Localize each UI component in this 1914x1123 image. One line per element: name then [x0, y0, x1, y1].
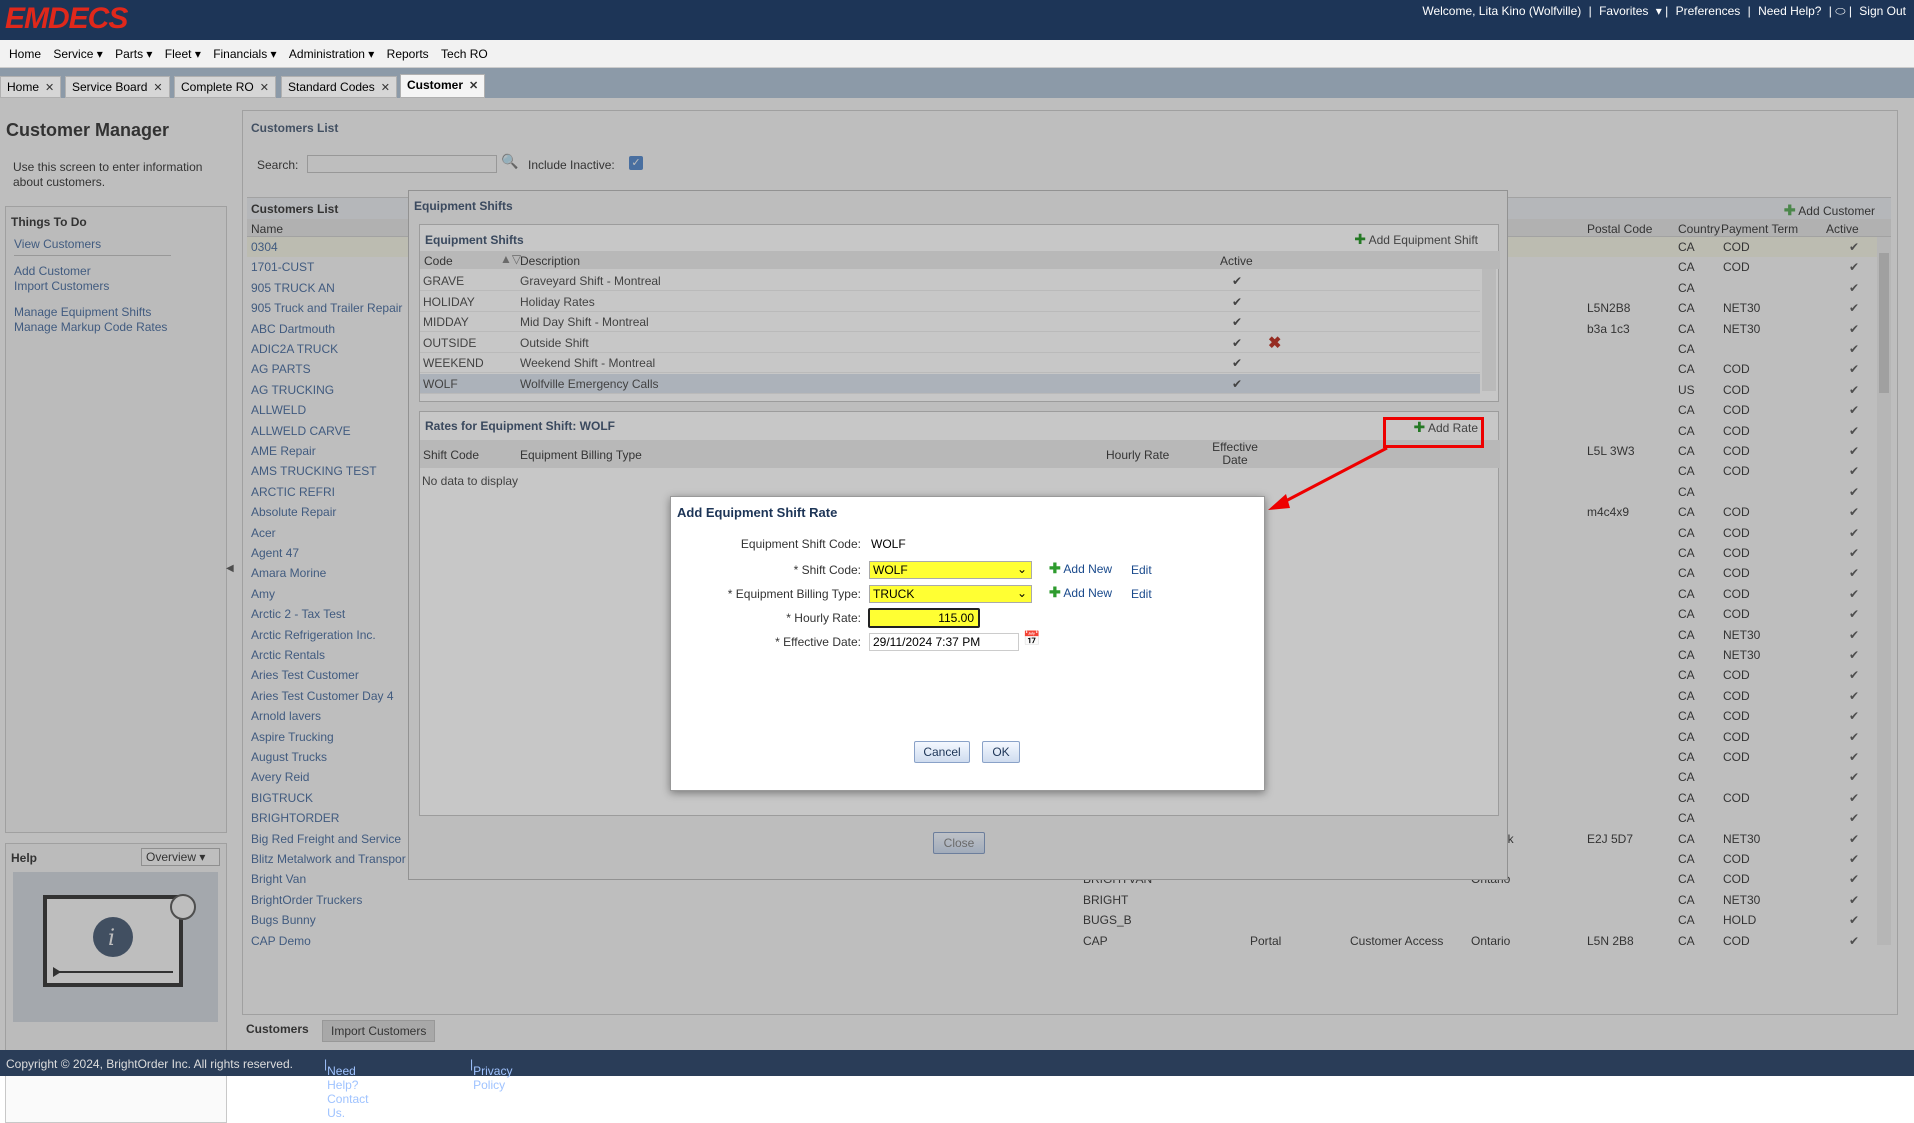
main-menu: Home Service ▾ Parts ▾ Fleet ▾ Financial… — [0, 40, 1914, 68]
active-check-icon: ✔ — [1232, 274, 1243, 288]
shift-code: WOLF — [423, 377, 458, 391]
col-effective-date[interactable]: Effective Date — [1203, 441, 1267, 467]
shift-row[interactable]: GRAVE Graveyard Shift - Montreal ✔ — [420, 271, 1480, 291]
tab-home[interactable]: Home ✕ — [0, 76, 62, 98]
equipment-shifts-panel: Equipment Shifts ✚ Add Equipment Shift C… — [419, 224, 1500, 402]
shift-description: Outside Shift — [520, 335, 589, 350]
shift-code: HOLIDAY — [423, 294, 475, 309]
sign-out-link[interactable]: Sign Out — [1859, 4, 1906, 18]
add-shift-rate-dialog: Add Equipment Shift Rate Equipment Shift… — [670, 496, 1265, 791]
copyright-text: Copyright © 2024, BrightOrder Inc. All r… — [6, 1057, 293, 1071]
menu-financials[interactable]: Financials ▾ — [204, 40, 276, 61]
shift-description: Weekend Shift - Montreal — [520, 356, 656, 371]
shift-code: OUTSIDE — [423, 335, 477, 350]
billing-type-select[interactable]: TRUCK ⌄ — [869, 585, 1032, 603]
tab-service-board[interactable]: Service Board ✕ — [65, 76, 170, 98]
shift-row[interactable]: WEEKEND Weekend Shift - Montreal ✔ — [420, 353, 1480, 374]
sort-icon[interactable]: ▲▽ — [500, 252, 521, 266]
chevron-down-icon: ⌄ — [1016, 562, 1027, 576]
shift-row[interactable]: MIDDAY Mid Day Shift - Montreal ✔ — [420, 312, 1480, 333]
close-icon[interactable]: ✕ — [45, 82, 54, 94]
tab-standard-codes[interactable]: Standard Codes ✕ — [281, 76, 397, 98]
shift-row[interactable]: OUTSIDE Outside Shift ✔ ✖ — [420, 333, 1480, 353]
top-bar: EMDECS Welcome, Lita Kino (Wolfville) | … — [0, 0, 1914, 40]
shift-row[interactable]: WOLF Wolfville Emergency Calls ✔ — [420, 374, 1480, 394]
no-data-text: No data to display — [422, 474, 519, 488]
add-new-shift-link[interactable]: ✚ Add New — [1049, 560, 1112, 577]
rates-panel-title: Rates for Equipment Shift: WOLF — [425, 419, 615, 433]
close-icon[interactable]: ✕ — [381, 82, 390, 94]
privacy-link[interactable]: | Privacy Policy — [470, 1057, 512, 1092]
shift-description: Mid Day Shift - Montreal — [520, 315, 649, 330]
shift-description: Holiday Rates — [520, 294, 595, 309]
add-equipment-shift-button[interactable]: ✚ Add Equipment Shift — [1354, 231, 1478, 248]
billing-type-label: * Equipment Billing Type: — [727, 587, 861, 601]
col-hourly-rate[interactable]: Hourly Rate — [1106, 448, 1169, 462]
shift-code: WEEKEND — [423, 356, 484, 371]
contact-link[interactable]: | Need Help? Contact Us. — [324, 1057, 368, 1120]
shift-description: Graveyard Shift - Montreal — [520, 274, 661, 288]
effective-date-input[interactable]: 29/11/2024 7:37 PM — [869, 633, 1019, 651]
shift-code-select[interactable]: WOLF ⌄ — [869, 561, 1032, 579]
shift-table-body: GRAVE Graveyard Shift - Montreal ✔ HOLIDAY H… — [420, 271, 1480, 395]
menu-fleet[interactable]: Fleet ▾ — [156, 40, 201, 61]
active-check-icon: ✔ — [1232, 294, 1243, 309]
col-code[interactable]: Code — [424, 254, 453, 268]
active-check-icon: ✔ — [1232, 356, 1243, 371]
tab-customer[interactable]: Customer ✕ — [400, 74, 486, 98]
col-billing-type[interactable]: Equipment Billing Type — [520, 448, 642, 462]
app-logo: EMDECS — [5, 2, 128, 35]
equipment-shifts-dialog-title: Equipment Shifts — [414, 199, 513, 213]
welcome-text: Welcome, Lita Kino (Wolfville) — [1422, 4, 1582, 18]
shift-code: MIDDAY — [423, 315, 469, 330]
shift-code: GRAVE — [423, 274, 465, 288]
col-active[interactable]: Active — [1220, 254, 1253, 268]
shift-description: Wolfville Emergency Calls — [520, 377, 659, 391]
cancel-button[interactable]: Cancel — [914, 741, 970, 763]
user-links: Welcome, Lita Kino (Wolfville) | Favorit… — [1422, 4, 1906, 18]
close-button[interactable]: Close — [933, 832, 985, 854]
menu-reports[interactable]: Reports — [378, 40, 429, 61]
add-new-billing-link[interactable]: ✚ Add New — [1049, 584, 1112, 601]
hourly-rate-label: * Hourly Rate: — [786, 611, 861, 625]
favorites-menu[interactable]: Favorites — [1599, 4, 1648, 18]
close-icon[interactable]: ✕ — [469, 80, 478, 92]
plus-icon: ✚ — [1049, 584, 1061, 600]
menu-tech-ro[interactable]: Tech RO — [432, 40, 488, 61]
shift-scrollbar[interactable] — [1482, 269, 1496, 391]
hourly-rate-input[interactable]: 115.00 — [868, 608, 980, 628]
active-check-icon: ✔ — [1232, 315, 1243, 330]
col-description[interactable]: Description — [520, 254, 580, 268]
chevron-down-icon: ⌄ — [1016, 586, 1027, 600]
dialog-title: Add Equipment Shift Rate — [677, 505, 838, 520]
shift-code-label: * Shift Code: — [793, 563, 861, 577]
annotation-arrow — [1268, 446, 1388, 510]
shift-row[interactable]: HOLIDAY Holiday Rates ✔ — [420, 292, 1480, 312]
col-shift-code[interactable]: Shift Code — [423, 448, 479, 462]
equipment-shift-code-value: WOLF — [871, 537, 906, 551]
edit-billing-link[interactable]: Edit — [1131, 587, 1152, 601]
close-icon[interactable]: ✕ — [260, 82, 269, 94]
need-help-link[interactable]: Need Help? — [1758, 4, 1821, 18]
effective-date-label: * Effective Date: — [775, 635, 861, 649]
menu-parts[interactable]: Parts ▾ — [106, 40, 152, 61]
equipment-shifts-panel-title: Equipment Shifts — [425, 233, 524, 247]
menu-home[interactable]: Home — [0, 40, 41, 61]
calendar-icon[interactable]: 📅 — [1023, 630, 1040, 647]
delete-icon[interactable]: ✖ — [1268, 333, 1281, 353]
tab-complete-ro[interactable]: Complete RO ✕ — [174, 76, 276, 98]
menu-service[interactable]: Service ▾ — [44, 40, 102, 61]
tab-bar: Home ✕ Service Board ✕ Complete RO ✕ Standa… — [0, 68, 1914, 98]
plus-icon: ✚ — [1049, 560, 1061, 576]
ok-button[interactable]: OK — [982, 741, 1020, 763]
preferences-link[interactable]: Preferences — [1676, 4, 1741, 18]
equipment-shift-code-label: Equipment Shift Code: — [740, 537, 861, 551]
active-check-icon: ✔ — [1232, 335, 1243, 350]
footer: Copyright © 2024, BrightOrder Inc. All r… — [0, 1050, 1914, 1120]
edit-shift-link[interactable]: Edit — [1131, 563, 1152, 577]
plus-icon: ✚ — [1354, 231, 1366, 247]
active-check-icon: ✔ — [1232, 377, 1243, 391]
close-icon[interactable]: ✕ — [153, 82, 162, 94]
menu-administration[interactable]: Administration ▾ — [280, 40, 374, 61]
